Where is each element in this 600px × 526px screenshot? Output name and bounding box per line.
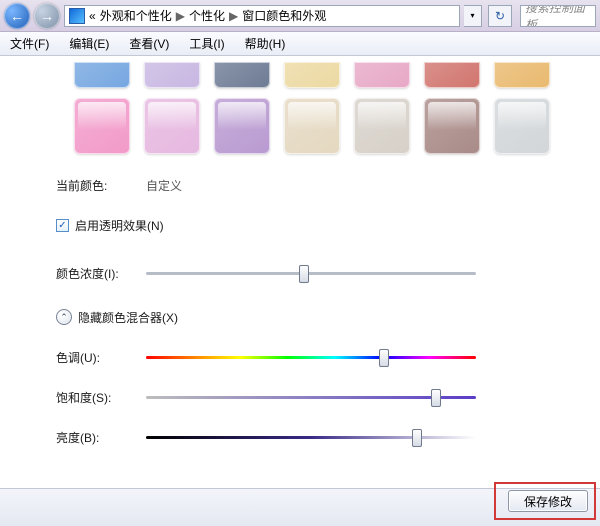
breadcrumb-item[interactable]: 窗口颜色和外观 — [242, 7, 326, 24]
back-button[interactable]: ← — [4, 3, 30, 29]
menu-bar: 文件(F) 编辑(E) 查看(V) 工具(I) 帮助(H) — [0, 32, 600, 56]
color-swatch[interactable] — [284, 98, 340, 154]
slider-track — [146, 272, 476, 275]
slider-thumb[interactable] — [412, 429, 422, 447]
transparency-row: ✓ 启用透明效果(N) — [56, 212, 600, 238]
color-swatch[interactable] — [494, 98, 550, 154]
color-swatch[interactable] — [354, 98, 410, 154]
mixer-toggle-label: 隐藏颜色混合器(X) — [78, 309, 178, 326]
search-input[interactable]: 搜索控制面板 — [520, 5, 596, 27]
color-swatch[interactable] — [354, 62, 410, 88]
color-swatch[interactable] — [74, 62, 130, 88]
menu-help[interactable]: 帮助(H) — [241, 33, 290, 54]
transparency-checkbox[interactable]: ✓ — [56, 219, 69, 232]
footer-bar: 保存修改 — [0, 488, 600, 526]
color-swatch[interactable] — [284, 62, 340, 88]
chevron-right-icon: ▶ — [176, 9, 185, 23]
menu-edit[interactable]: 编辑(E) — [65, 33, 113, 54]
forward-button[interactable]: → — [34, 3, 60, 29]
hue-slider[interactable] — [146, 348, 476, 366]
slider-thumb[interactable] — [379, 349, 389, 367]
saturation-slider[interactable] — [146, 388, 476, 406]
swatch-row — [74, 98, 600, 154]
back-icon: ← — [10, 8, 24, 24]
save-button-label: 保存修改 — [524, 493, 572, 510]
slider-track — [146, 356, 476, 359]
address-bar[interactable]: « 外观和个性化 ▶ 个性化 ▶ 窗口颜色和外观 — [64, 5, 460, 27]
color-swatch[interactable] — [144, 98, 200, 154]
breadcrumb-prefix: « — [89, 9, 96, 23]
slider-thumb[interactable] — [299, 265, 309, 283]
current-color-row: 当前颜色: 自定义 — [56, 172, 600, 198]
forward-icon: → — [40, 8, 54, 24]
chevron-down-icon: ▾ — [470, 11, 474, 20]
hue-row: 色调(U): — [56, 344, 600, 370]
save-highlight-box: 保存修改 — [494, 482, 596, 520]
check-icon: ✓ — [58, 220, 66, 231]
current-color-value: 自定义 — [146, 177, 182, 194]
color-swatch[interactable] — [214, 98, 270, 154]
save-button[interactable]: 保存修改 — [508, 490, 588, 512]
intensity-slider[interactable] — [146, 264, 476, 282]
saturation-row: 饱和度(S): — [56, 384, 600, 410]
color-swatch[interactable] — [214, 62, 270, 88]
hue-label: 色调(U): — [56, 349, 140, 366]
color-swatch[interactable] — [424, 62, 480, 88]
search-placeholder: 搜索控制面板 — [525, 5, 591, 27]
intensity-row: 颜色浓度(I): — [56, 260, 600, 286]
brightness-slider[interactable] — [146, 428, 476, 446]
menu-view[interactable]: 查看(V) — [125, 33, 173, 54]
content-area: 当前颜色: 自定义 ✓ 启用透明效果(N) 颜色浓度(I): ⌃ 隐藏颜色混合器… — [0, 56, 600, 526]
menu-tools[interactable]: 工具(I) — [185, 33, 228, 54]
window-nav-bar: ← → « 外观和个性化 ▶ 个性化 ▶ 窗口颜色和外观 ▾ ↻ 搜索控制面板 — [0, 0, 600, 32]
brightness-row: 亮度(B): — [56, 424, 600, 450]
refresh-icon: ↻ — [495, 9, 505, 23]
slider-track — [146, 436, 476, 439]
brightness-label: 亮度(B): — [56, 429, 140, 446]
color-swatch[interactable] — [74, 98, 130, 154]
color-swatch[interactable] — [144, 62, 200, 88]
breadcrumb-item[interactable]: 外观和个性化 — [100, 7, 172, 24]
current-color-label: 当前颜色: — [56, 177, 140, 194]
chevron-up-icon: ⌃ — [60, 312, 68, 323]
menu-file[interactable]: 文件(F) — [6, 33, 53, 54]
refresh-button[interactable]: ↻ — [488, 5, 512, 27]
color-swatch[interactable] — [494, 62, 550, 88]
intensity-label: 颜色浓度(I): — [56, 265, 140, 282]
swatch-row-partial — [74, 62, 600, 88]
color-swatch[interactable] — [424, 98, 480, 154]
transparency-label: 启用透明效果(N) — [75, 217, 164, 234]
collapse-mixer-button[interactable]: ⌃ — [56, 309, 72, 325]
chevron-right-icon: ▶ — [229, 9, 238, 23]
slider-track — [146, 396, 476, 399]
slider-thumb[interactable] — [431, 389, 441, 407]
settings-form: 当前颜色: 自定义 ✓ 启用透明效果(N) 颜色浓度(I): ⌃ 隐藏颜色混合器… — [0, 164, 600, 450]
breadcrumb-item[interactable]: 个性化 — [189, 7, 225, 24]
saturation-label: 饱和度(S): — [56, 389, 140, 406]
mixer-toggle-row: ⌃ 隐藏颜色混合器(X) — [56, 304, 600, 330]
address-dropdown[interactable]: ▾ — [464, 5, 482, 27]
control-panel-icon — [69, 8, 85, 24]
color-swatch-area — [0, 62, 600, 154]
